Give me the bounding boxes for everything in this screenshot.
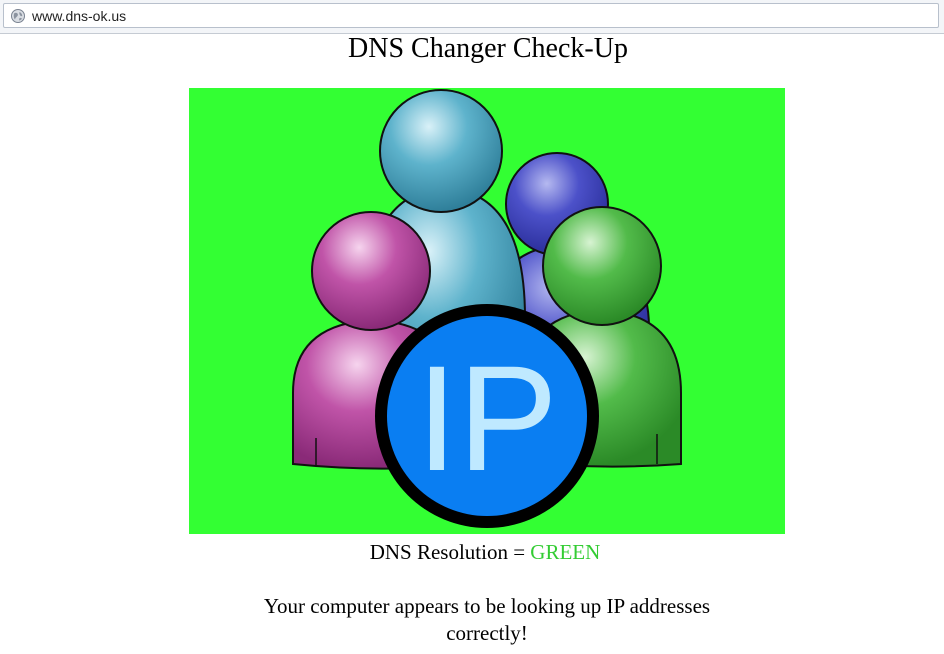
url-text: www.dns-ok.us xyxy=(32,8,127,24)
ip-users-icon: IP xyxy=(189,88,785,534)
ip-badge-label: IP xyxy=(416,334,558,502)
dns-resolution-label: DNS Resolution = xyxy=(369,540,531,564)
dns-resolution-status: GREEN xyxy=(530,540,601,564)
ip-badge: IP xyxy=(375,304,599,528)
status-message: Your computer appears to be looking up I… xyxy=(263,594,711,645)
globe-icon xyxy=(11,9,25,23)
browser-address-bar: www.dns-ok.us xyxy=(0,0,944,34)
dns-resolution-line: DNS Resolution = GREEN xyxy=(0,539,944,565)
page-title: DNS Changer Check-Up xyxy=(348,33,628,64)
url-field[interactable]: www.dns-ok.us xyxy=(3,3,939,28)
